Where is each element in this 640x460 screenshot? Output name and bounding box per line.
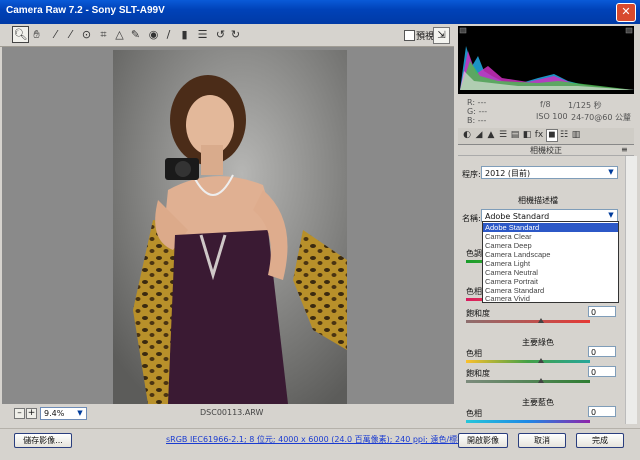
green-saturation-field[interactable]: 0	[588, 366, 616, 377]
tab-tone-curve-icon[interactable]: ◢	[474, 130, 484, 141]
red-hue-label: 色相	[466, 287, 482, 296]
lens: 24-70@60 公釐	[571, 113, 631, 122]
rotate-ccw-icon[interactable]: ↺	[213, 27, 228, 42]
profile-dropdown-list: Adobe Standard Camera Clear Camera Deep …	[482, 221, 619, 303]
graduated-filter-tool-icon[interactable]: ▮	[177, 27, 192, 42]
dropdown-option[interactable]: Camera Clear	[483, 232, 618, 241]
chevron-down-icon: ▼	[608, 168, 614, 176]
rotate-cw-icon[interactable]: ↻	[228, 27, 243, 42]
zoom-level-value: 9.4%	[44, 409, 65, 418]
blue-hue-slider[interactable]	[466, 420, 590, 423]
dropdown-option[interactable]: Camera Neutral	[483, 268, 618, 277]
panel-tabs: ◐ ◢ ▲ ☰ ▤ ◧ fx ◼ ☷ ▥	[458, 128, 634, 145]
green-saturation-value: 0	[591, 368, 597, 377]
tab-lens-icon[interactable]: ◧	[522, 130, 532, 141]
dropdown-option[interactable]: Adobe Standard	[483, 223, 618, 232]
spot-removal-tool-icon[interactable]: ✎	[128, 27, 143, 42]
title-bar: Camera Raw 7.2 - Sony SLT-A99V	[0, 0, 640, 24]
red-saturation-field[interactable]: 0	[588, 306, 616, 317]
chevron-down-icon: ▼	[608, 211, 614, 219]
blue-hue-field[interactable]: 0	[588, 406, 616, 417]
histogram	[458, 26, 634, 94]
done-button[interactable]: 完成	[576, 433, 624, 448]
dropdown-option[interactable]: Camera Landscape	[483, 250, 618, 259]
tab-split-toning-icon[interactable]: ▤	[510, 130, 520, 141]
red-readout: R: ---	[467, 98, 487, 107]
tab-snapshots-icon[interactable]: ▥	[571, 130, 581, 141]
zoom-level-select[interactable]: 9.4% ▼	[40, 407, 87, 420]
process-label: 程序:	[462, 170, 481, 179]
targeted-adjustment-tool-icon[interactable]: ⊙	[79, 27, 94, 42]
adjustment-brush-tool-icon[interactable]: /	[161, 27, 176, 42]
save-image-button[interactable]: 儲存影像...	[14, 433, 72, 448]
open-image-button[interactable]: 開啟影像	[458, 433, 508, 448]
blue-hue-value: 0	[591, 408, 597, 417]
tab-detail-icon[interactable]: ▲	[486, 130, 496, 141]
crop-tool-icon[interactable]: ⌗	[96, 27, 111, 42]
red-saturation-value: 0	[591, 308, 597, 317]
rgb-readout: R: --- G: --- B: --- f/8 1/125 秒 ISO 100…	[458, 96, 634, 125]
zoom-tool-icon[interactable]: 🔍︎	[12, 26, 29, 43]
zoom-out-button[interactable]: –	[14, 408, 25, 419]
dropdown-option[interactable]: Camera Portrait	[483, 277, 618, 286]
slider-thumb[interactable]	[538, 358, 544, 363]
tab-hsl-icon[interactable]: ☰	[498, 130, 508, 141]
panel-title: 相機校正	[458, 145, 634, 156]
green-saturation-label: 飽和度	[466, 369, 490, 378]
tint-label: 色調	[466, 249, 482, 258]
process-value: 2012 (目前)	[485, 169, 531, 178]
profile-name-value: Adobe Standard	[485, 212, 550, 221]
window-title: Camera Raw 7.2 - Sony SLT-A99V	[6, 5, 165, 16]
green-hue-field[interactable]: 0	[588, 346, 616, 357]
white-balance-tool-icon[interactable]: ⁄	[48, 27, 63, 42]
tab-basic-icon[interactable]: ◐	[462, 130, 472, 141]
zoom-in-button[interactable]: +	[26, 408, 37, 419]
preview-label: 預視	[416, 32, 435, 42]
preview-checkbox[interactable]	[404, 30, 415, 41]
green-saturation-slider[interactable]	[466, 380, 590, 383]
shutter-speed: 1/125 秒	[568, 101, 602, 110]
color-sampler-tool-icon[interactable]: ⁄	[63, 27, 78, 42]
green-hue-label: 色相	[466, 349, 482, 358]
dropdown-option[interactable]: Camera Vivid	[483, 294, 618, 303]
close-button[interactable]: ✕	[616, 3, 636, 22]
iso: ISO 100	[536, 112, 568, 121]
slider-thumb[interactable]	[538, 378, 544, 383]
preferences-icon[interactable]: ☰	[195, 27, 210, 42]
file-name: DSC00113.ARW	[200, 408, 264, 417]
tab-presets-icon[interactable]: ☷	[559, 130, 569, 141]
chevron-down-icon: ▼	[77, 409, 83, 417]
fullscreen-toggle-icon[interactable]: ⇲	[433, 27, 450, 44]
blue-hue-label: 色相	[466, 409, 482, 418]
tab-camera-calibration-icon[interactable]: ◼	[546, 129, 558, 142]
red-saturation-label: 飽和度	[466, 309, 490, 318]
dropdown-option[interactable]: Camera Light	[483, 259, 618, 268]
dropdown-option[interactable]: Camera Deep	[483, 241, 618, 250]
green-hue-value: 0	[591, 348, 597, 357]
photo-preview	[113, 50, 347, 404]
green-hue-slider[interactable]	[466, 360, 590, 363]
red-saturation-slider[interactable]	[466, 320, 590, 323]
aperture: f/8	[540, 100, 551, 109]
toolbar: 🔍︎ ✋︎ ⁄ ⁄ ⊙ ⌗ △ ✎ ◉ / ▮ ☰ ↺ ↻	[0, 24, 454, 47]
workflow-options-link[interactable]: sRGB IEC61966-2.1; 8 位元; 4000 x 6000 (24…	[166, 434, 465, 445]
panel-menu-icon[interactable]: ≡	[621, 145, 630, 154]
cancel-button[interactable]: 取消	[518, 433, 566, 448]
straighten-tool-icon[interactable]: △	[112, 27, 127, 42]
blue-readout: B: ---	[467, 116, 487, 125]
hand-tool-icon[interactable]: ✋︎	[29, 27, 44, 42]
red-eye-tool-icon[interactable]: ◉	[146, 27, 161, 42]
green-readout: G: ---	[467, 107, 488, 116]
slider-thumb[interactable]	[538, 318, 544, 323]
name-label: 名稱:	[462, 214, 481, 223]
tab-effects-icon[interactable]: fx	[534, 130, 544, 141]
panel-scrollbar[interactable]	[625, 156, 637, 424]
process-select[interactable]: 2012 (目前) ▼	[481, 166, 618, 179]
profile-section-title: 相機描述檔	[518, 196, 558, 205]
